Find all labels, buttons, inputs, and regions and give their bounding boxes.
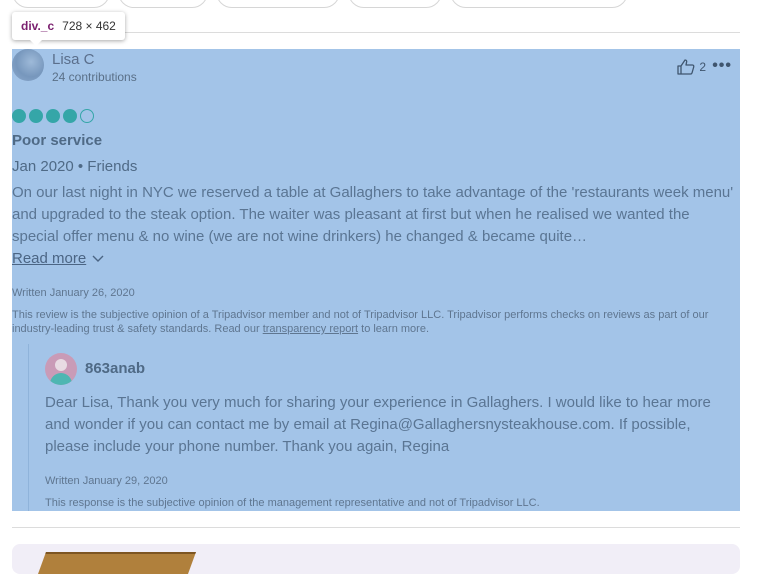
response-body: Dear Lisa, Thank you very much for shari… xyxy=(45,394,711,455)
more-options-icon[interactable]: ••• xyxy=(712,57,732,75)
rating-bubble-empty xyxy=(80,109,94,123)
avatar[interactable] xyxy=(12,49,44,81)
responder-name[interactable]: 863anab xyxy=(85,360,145,377)
filter-chip[interactable] xyxy=(348,0,442,8)
transparency-report-link[interactable]: transparency report xyxy=(263,323,358,335)
response-written-date: Written January 29, 2020 xyxy=(45,475,168,487)
review-disclaimer: This review is the subjective opinion of… xyxy=(12,308,736,336)
response-disclaimer: This response is the subjective opinion … xyxy=(45,497,540,509)
tooltip-tag: div._c xyxy=(21,19,55,33)
tooltip-dimensions: 728 × 462 xyxy=(62,19,116,33)
rating-bubble-full xyxy=(29,109,43,123)
rating-bubbles xyxy=(12,109,94,123)
next-review-card xyxy=(12,544,740,574)
filter-chip[interactable] xyxy=(12,0,110,8)
read-more-label: Read more xyxy=(12,250,87,267)
read-more-link[interactable]: Read more xyxy=(12,250,104,267)
review-written-date: Written January 26, 2020 xyxy=(12,287,135,299)
review-card: Lisa C 24 contributions 2 ••• Poor servi… xyxy=(12,49,740,511)
filter-chip[interactable] xyxy=(118,0,208,8)
thumbs-up-icon xyxy=(677,59,695,75)
response-indent-bar xyxy=(28,344,29,511)
filter-chip[interactable] xyxy=(216,0,340,8)
reviewer-contributions: 24 contributions xyxy=(52,70,137,84)
chevron-down-icon xyxy=(92,255,104,262)
responder-avatar xyxy=(45,353,77,385)
review-photo[interactable] xyxy=(37,552,197,574)
review-body: On our last night in NYC we reserved a t… xyxy=(12,184,734,245)
divider xyxy=(12,527,740,528)
helpful-vote-button[interactable]: 2 xyxy=(677,59,706,75)
filter-chips-row xyxy=(12,0,752,8)
review-meta: Jan 2020 • Friends xyxy=(12,158,138,175)
filter-chip[interactable] xyxy=(450,0,628,8)
rating-bubble-full xyxy=(46,109,60,123)
helpful-vote-count: 2 xyxy=(699,60,706,74)
reviewer-name[interactable]: Lisa C xyxy=(52,51,95,68)
devtools-inspect-tooltip: div._c 728 × 462 xyxy=(12,12,125,46)
rating-bubble-full xyxy=(63,109,77,123)
review-title[interactable]: Poor service xyxy=(12,132,102,149)
rating-bubble-full xyxy=(12,109,26,123)
disclaimer-text-end: to learn more. xyxy=(358,323,429,335)
